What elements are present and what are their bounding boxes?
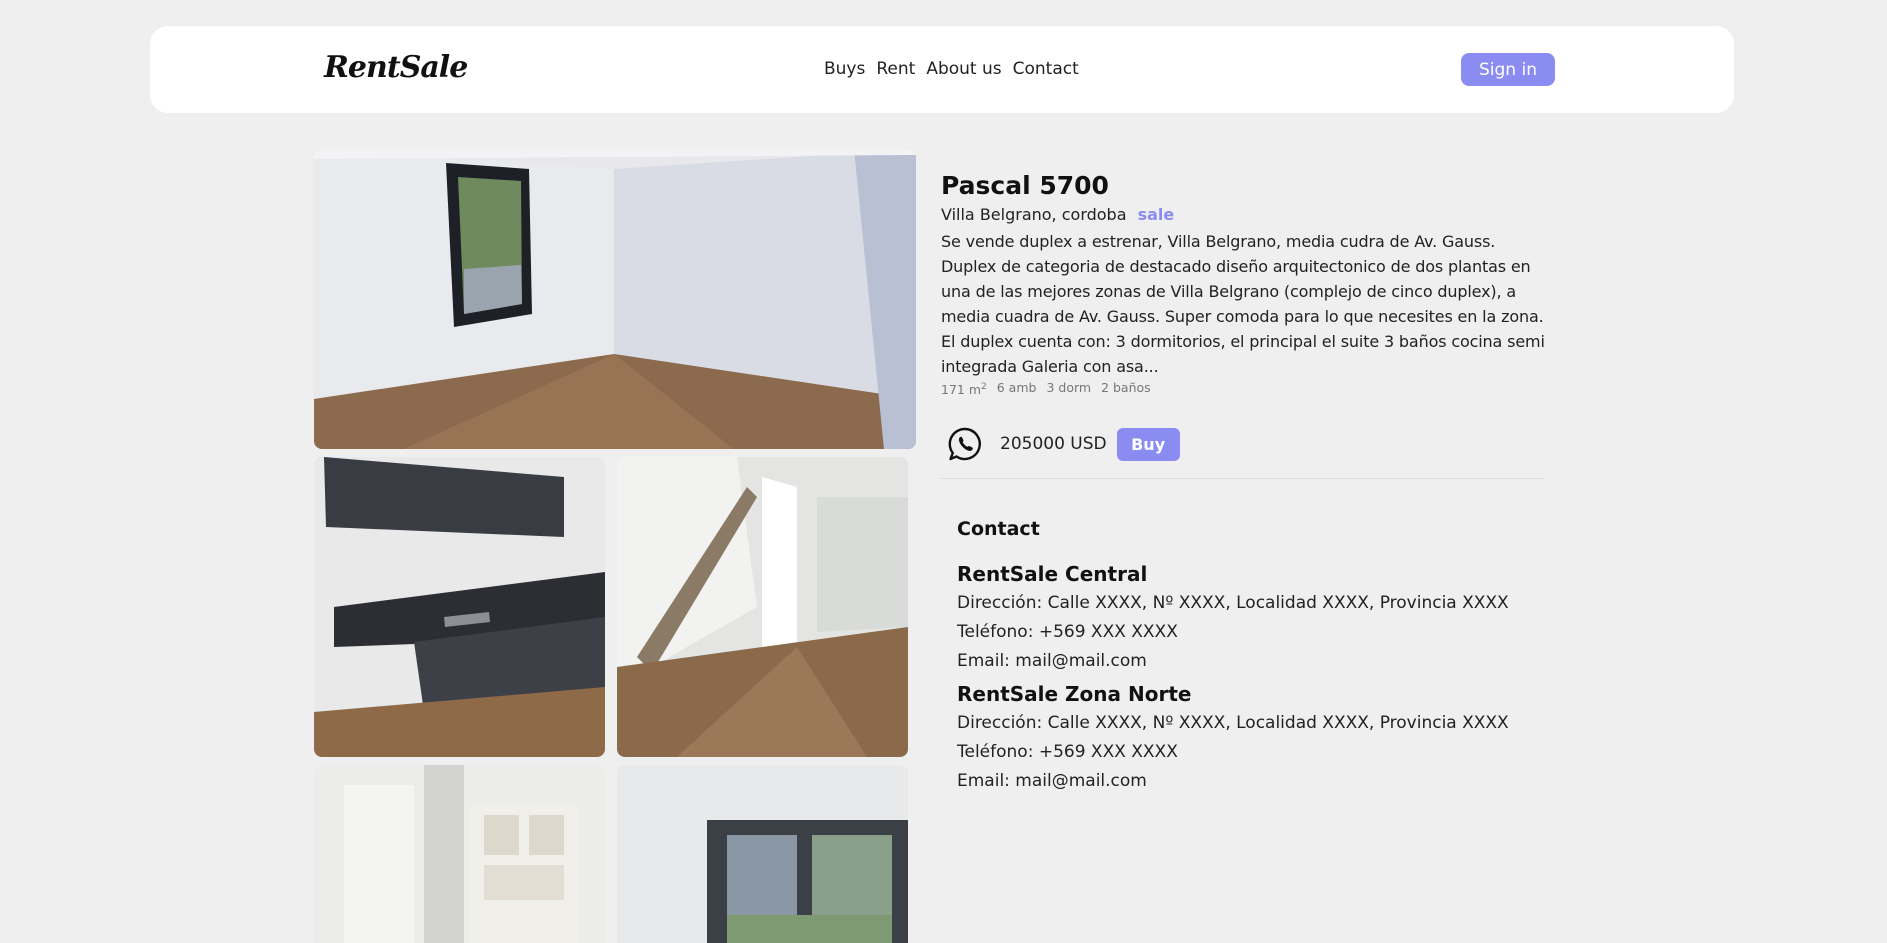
nav-link-rent[interactable]: Rent [876,59,915,79]
listing-info: Pascal 5700 Villa Belgrano, cordoba sale… [941,170,1546,398]
office-email: Email: mail@mail.com [957,771,1147,791]
property-photo-kitchen[interactable] [314,457,605,757]
listing-location: Villa Belgrano, cordoba [941,205,1127,224]
office-name: RentSale Zona Norte [957,682,1192,706]
property-photo-wardrobe[interactable] [314,765,605,943]
spec-area: 171 m2 [941,382,987,398]
property-photo-staircase[interactable] [617,457,908,757]
listing-title: Pascal 5700 [941,171,1109,200]
office-address: Dirección: Calle XXXX, Nº XXXX, Localida… [957,593,1509,613]
navbar: RentSale Buys Rent About us Contact Sign… [150,26,1734,113]
buy-button[interactable]: Buy [1116,427,1180,461]
divider [941,478,1545,479]
listing-description: Se vende duplex a estrenar, Villa Belgra… [941,232,1545,376]
logo[interactable]: RentSale [324,50,468,85]
nav-link-buys[interactable]: Buys [824,59,865,79]
listing-location-row: Villa Belgrano, cordoba sale [941,203,1546,227]
spec-rooms: 6 amb [996,380,1037,395]
office-phone: Teléfono: +569 XXX XXXX [957,742,1178,762]
spec-baths: 2 baños [1101,380,1151,395]
nav-link-about[interactable]: About us [926,59,1001,79]
nav-link-contact[interactable]: Contact [1013,59,1079,79]
listing-specs: 171 m2 6 amb 3 dorm 2 baños [941,379,1546,398]
property-photo-main[interactable] [314,149,916,449]
nav-links: Buys Rent About us Contact [824,59,1079,79]
sign-in-button[interactable]: Sign in [1461,53,1555,86]
office-zona-norte: RentSale Zona Norte Dirección: Calle XXX… [957,680,1517,796]
office-phone: Teléfono: +569 XXX XXXX [957,622,1178,642]
contact-title: Contact [957,518,1040,540]
office-address: Dirección: Calle XXXX, Nº XXXX, Localida… [957,713,1509,733]
office-email: Email: mail@mail.com [957,651,1147,671]
contact-section: Contact RentSale Central Dirección: Call… [957,515,1517,796]
listing-price: 205000 USD [1000,434,1107,454]
price-row: 205000 USD Buy [947,426,1180,462]
office-name: RentSale Central [957,562,1148,586]
listing-type-tag: sale [1137,205,1175,224]
spec-bedrooms: 3 dorm [1046,380,1092,395]
property-photo-living[interactable] [617,765,908,943]
whatsapp-icon[interactable] [947,426,983,462]
office-central: RentSale Central Dirección: Calle XXXX, … [957,560,1517,676]
